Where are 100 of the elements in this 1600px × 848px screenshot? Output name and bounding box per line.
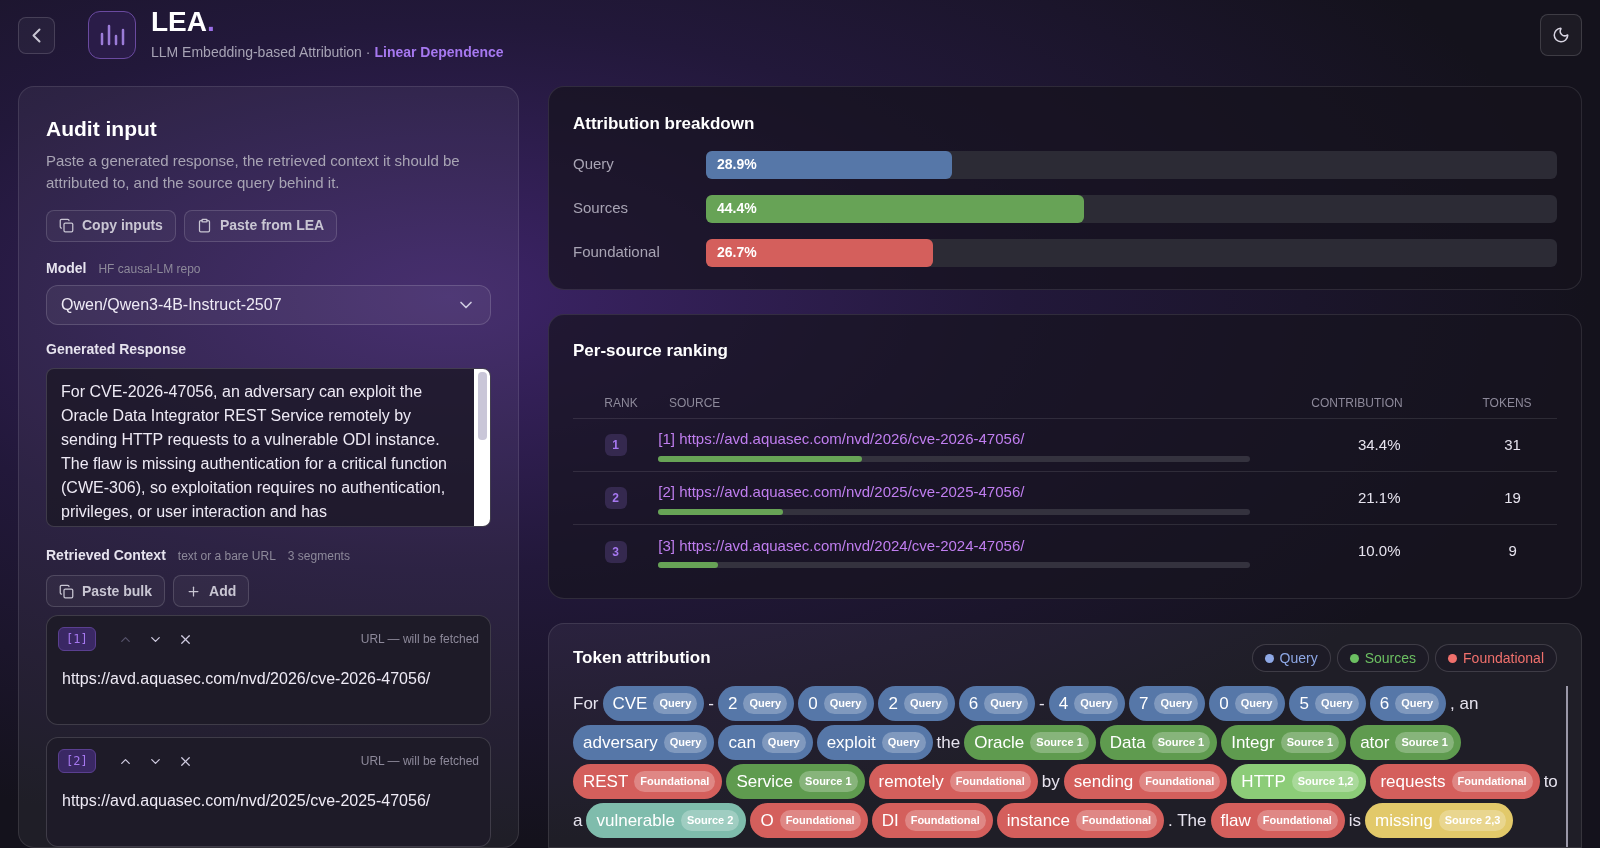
panel-title: Attribution breakdown bbox=[573, 113, 756, 135]
action-button[interactable]: Paste bulk bbox=[46, 575, 166, 607]
token-tag: Source 1,2 bbox=[1291, 771, 1360, 792]
segment-index: [2] bbox=[58, 749, 96, 773]
token-chip[interactable]: O Foundational bbox=[750, 803, 868, 838]
token-tag: Foundational bbox=[1451, 771, 1533, 792]
token-count: 19 bbox=[1503, 487, 1522, 508]
app-title: LEA bbox=[151, 7, 207, 36]
token-tag: Source 1 bbox=[799, 771, 858, 792]
token-tag: Query bbox=[663, 732, 708, 753]
panel-title: Token attribution bbox=[573, 647, 711, 670]
token-chip[interactable]: DI Foundational bbox=[871, 803, 993, 838]
token-chip[interactable]: 2 Query bbox=[878, 686, 955, 721]
token-tag: Query bbox=[743, 693, 788, 714]
token-chip[interactable]: Integr Source 1 bbox=[1221, 725, 1347, 760]
scrollbar[interactable] bbox=[1565, 686, 1568, 847]
token-chip[interactable]: 5 Query bbox=[1289, 686, 1366, 721]
response-textarea[interactable]: For CVE-2026-47056, an adversary can exploit the Oracle Data Integrator REST Service remotely by sending HTTP requests to a vulnerable ODI instance. The flaw is missing authentication for a critical function (CWE-306), so exploitation requires no authentication, privileges, or user interaction and has bbox=[46, 367, 491, 527]
token-tag: Source 1 bbox=[1395, 732, 1454, 753]
field-label: Model bbox=[46, 258, 87, 278]
source-link[interactable]: [1] https://avd.aquasec.com/nvd/2026/cve-2026-47056/ bbox=[658, 428, 1251, 451]
source-link[interactable]: [2] https://avd.aquasec.com/nvd/2025/cve-2025-47056/ bbox=[658, 481, 1251, 504]
panel-title: Per-source ranking bbox=[573, 339, 729, 362]
rank-badge: 2 bbox=[604, 487, 627, 509]
action-button[interactable]: Copy inputs bbox=[46, 209, 176, 242]
token-chip[interactable]: remotely Foundational bbox=[868, 764, 1038, 799]
token-chip[interactable]: 0 Query bbox=[798, 686, 875, 721]
token-tag: Source 1 bbox=[1151, 732, 1211, 753]
field-hint: text or a bare URL bbox=[177, 548, 276, 565]
token-chip[interactable]: 7 Query bbox=[1128, 686, 1206, 721]
token-chip[interactable]: ator Source 1 bbox=[1350, 725, 1461, 760]
token-tag: Query bbox=[1395, 693, 1439, 714]
breakdown-label: Sources bbox=[573, 198, 630, 219]
segment-input[interactable]: https://avd.aquasec.com/nvd/2026/cve-2026-47056/ bbox=[58, 667, 479, 691]
token-chip[interactable]: 6 Query bbox=[958, 686, 1035, 721]
contribution-value: 10.0% bbox=[1356, 541, 1402, 562]
response-text: For bbox=[573, 692, 599, 715]
token-tag: Query bbox=[881, 732, 926, 753]
token-tag: Foundational bbox=[634, 771, 716, 792]
rank-badge: 1 bbox=[604, 434, 627, 456]
token-tag: Query bbox=[1314, 693, 1359, 714]
column-header: TOKENS bbox=[1481, 394, 1533, 412]
token-tag: Foundational bbox=[1076, 810, 1158, 831]
token-chip[interactable]: Oracle Source 1 bbox=[964, 725, 1096, 760]
token-chip[interactable]: REST Foundational bbox=[573, 764, 723, 799]
plus-icon bbox=[186, 583, 202, 599]
token-chip[interactable]: flaw Foundational bbox=[1210, 803, 1345, 838]
token-tag: Foundational bbox=[949, 771, 1031, 792]
copy-icon bbox=[59, 583, 74, 599]
token-chip[interactable]: sending Foundational bbox=[1063, 764, 1228, 799]
token-chip[interactable]: instance Foundational bbox=[996, 803, 1165, 838]
copy-icon bbox=[59, 218, 74, 233]
token-tag: Query bbox=[984, 693, 1028, 714]
column-header: RANK bbox=[603, 394, 639, 412]
token-chip[interactable]: 4 Query bbox=[1048, 686, 1125, 721]
token-chip[interactable]: 2 Query bbox=[717, 686, 795, 721]
field-label: Retrieved Context bbox=[46, 546, 166, 565]
rank-badge: 3 bbox=[604, 540, 627, 563]
token-chip[interactable]: Service Source 1 bbox=[726, 764, 865, 799]
theme-toggle-button[interactable] bbox=[1540, 14, 1582, 56]
token-tag: Foundational bbox=[779, 810, 861, 831]
token-chip[interactable]: Data Source 1 bbox=[1099, 725, 1218, 760]
token-chip[interactable]: 0 Query bbox=[1209, 686, 1286, 721]
column-header: SOURCE bbox=[669, 394, 722, 412]
token-tag: Query bbox=[1154, 693, 1199, 714]
source-link[interactable]: [3] https://avd.aquasec.com/nvd/2024/cve-2024-47056/ bbox=[658, 534, 1251, 558]
contribution-value: 21.1% bbox=[1356, 487, 1402, 508]
token-tag: Foundational bbox=[1256, 810, 1338, 831]
token-tag: Query bbox=[1234, 693, 1279, 714]
panel-description: Paste a generated response, the retrieved context it should be attributed to, and the source query behind it. bbox=[46, 150, 461, 193]
panel-title: Audit input bbox=[46, 116, 158, 142]
legend-chip: Foundational bbox=[1435, 644, 1557, 672]
bar-chart-icon bbox=[99, 24, 125, 46]
breakdown-label: Query bbox=[573, 154, 615, 175]
token-tag: Query bbox=[653, 693, 698, 714]
token-chip[interactable]: requests Foundational bbox=[1370, 764, 1540, 799]
response-text: the bbox=[936, 731, 961, 754]
response-text: - bbox=[708, 692, 714, 715]
bar-fill: 26.7% bbox=[706, 238, 934, 267]
column-header: CONTRIBUTION bbox=[1310, 394, 1404, 412]
model-select[interactable]: Qwen/Qwen3-4B-Instruct-2507 bbox=[46, 284, 491, 325]
segment-input[interactable]: https://avd.aquasec.com/nvd/2025/cve-2025-47056/ bbox=[58, 789, 479, 813]
action-button[interactable]: Add bbox=[173, 575, 250, 607]
token-count: 31 bbox=[1503, 434, 1522, 455]
app-subtitle: LLM Embedding-based Attribution · bbox=[151, 42, 371, 62]
token-tag: Query bbox=[761, 732, 806, 753]
contribution-value: 34.4% bbox=[1356, 434, 1402, 455]
token-chip[interactable]: CVE Query bbox=[602, 686, 705, 721]
token-chip[interactable]: can Query bbox=[718, 725, 813, 760]
chevron-left-icon bbox=[32, 27, 41, 43]
token-chip[interactable]: 6 Query bbox=[1369, 686, 1446, 721]
bar-fill: 44.4% bbox=[706, 194, 1084, 223]
token-chip[interactable]: adversary Query bbox=[573, 725, 715, 760]
back-button[interactable] bbox=[18, 16, 55, 54]
action-button[interactable]: Paste from LEA bbox=[183, 209, 338, 242]
response-text: - bbox=[1039, 692, 1045, 715]
token-tag: Source 2 bbox=[680, 810, 740, 831]
token-chip[interactable]: exploit Query bbox=[816, 725, 933, 760]
token-tag: Source 1 bbox=[1280, 732, 1340, 753]
token-count: 9 bbox=[1507, 541, 1518, 562]
